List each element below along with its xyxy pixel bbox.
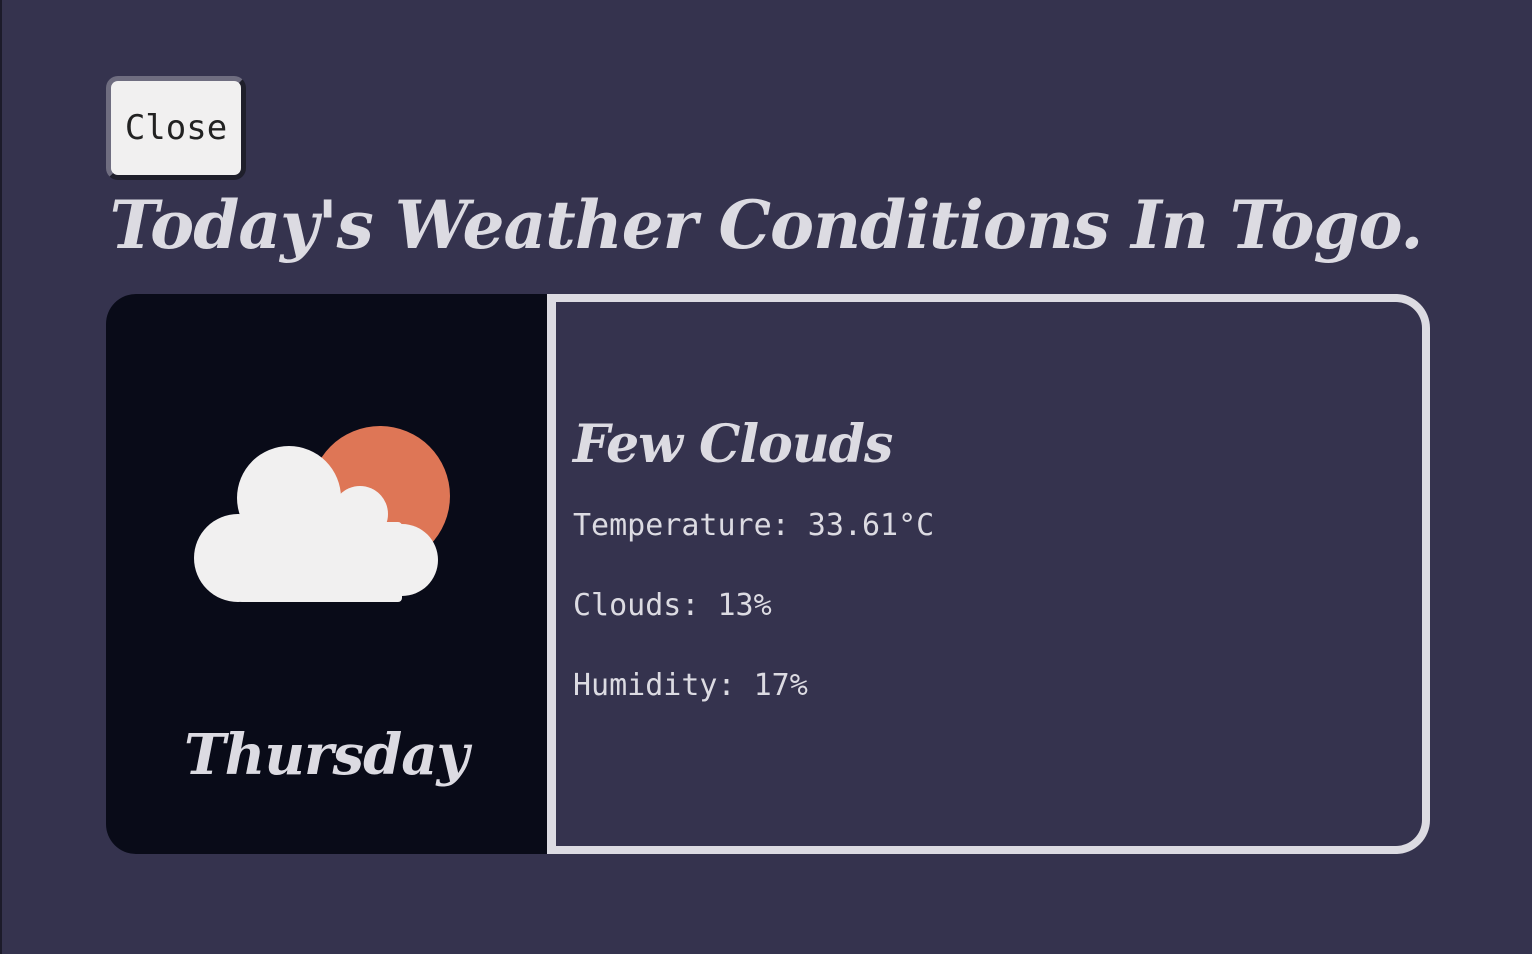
close-button[interactable]: Close [106, 76, 246, 180]
humidity-text: Humidity: 17% [573, 668, 808, 703]
cloud-sun-icon [194, 426, 450, 602]
weather-card-day-panel: Thursday [106, 294, 556, 854]
weather-condition: Few Clouds [573, 414, 893, 475]
window-edge [0, 0, 2, 954]
page-title: Today's Weather Conditions In Togo. [109, 186, 1424, 264]
clouds-text: Clouds: 13% [573, 588, 772, 623]
weather-card: Thursday Few Clouds Temperature: 33.61°C… [106, 294, 1430, 854]
weather-card-details-panel: Few Clouds Temperature: 33.61°C Clouds: … [547, 294, 1430, 854]
day-label: Thursday [183, 722, 469, 788]
temperature-text: Temperature: 33.61°C [573, 508, 935, 543]
